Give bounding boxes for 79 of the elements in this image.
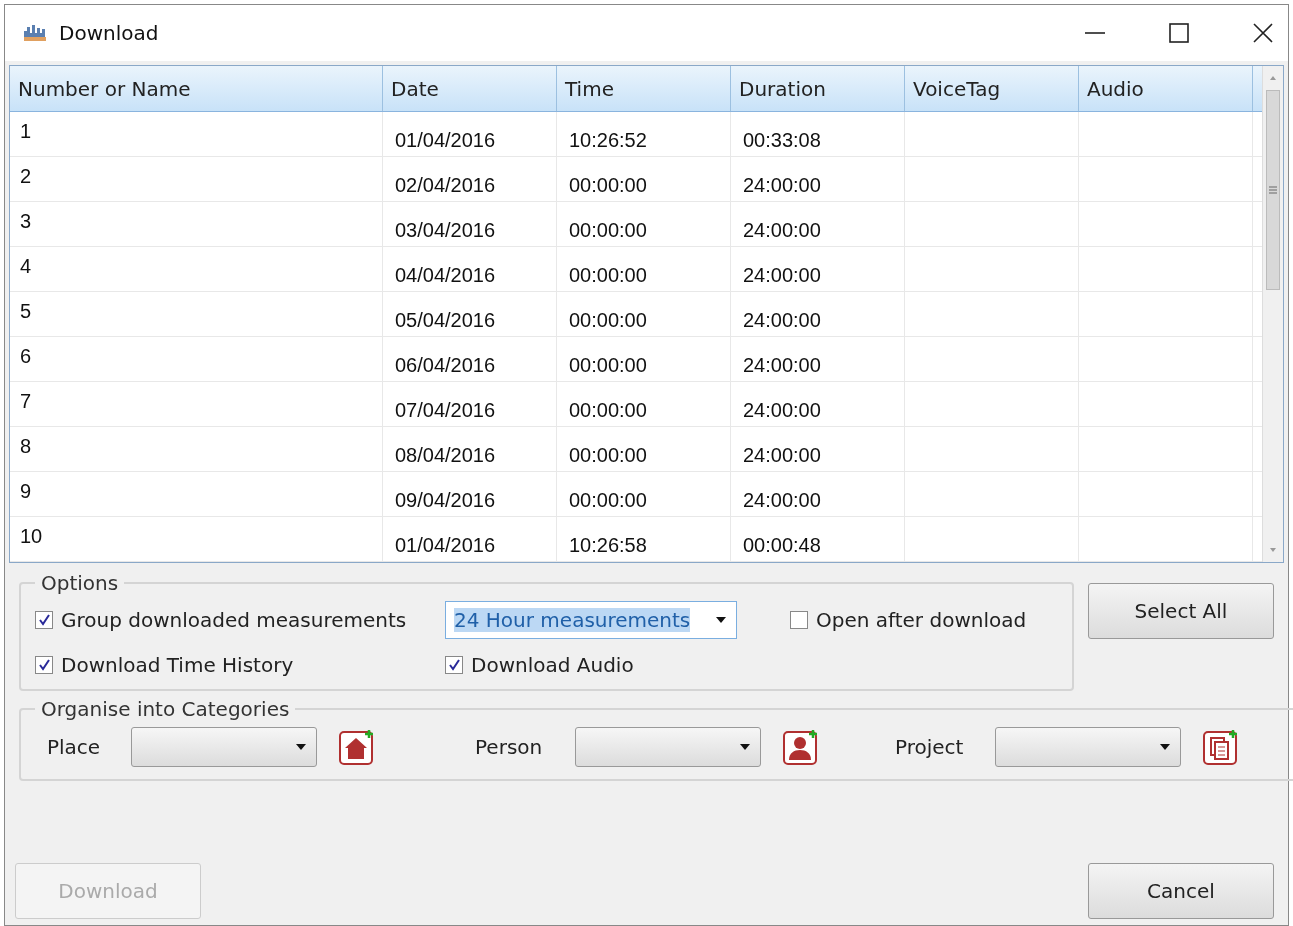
maximize-icon[interactable] <box>1168 22 1190 44</box>
checkbox-label: Download Audio <box>471 653 634 677</box>
table-cell: 00:00:00 <box>569 399 647 422</box>
table-cell: 02/04/2016 <box>395 174 496 197</box>
table-cell: 00:00:48 <box>743 534 821 557</box>
table-cell: 9 <box>20 480 32 503</box>
field-label: Place <box>46 735 102 759</box>
field-label: Project <box>894 735 965 759</box>
column-header[interactable]: Number or Name <box>10 66 383 111</box>
table-cell: 00:00:00 <box>569 309 647 332</box>
checkbox[interactable] <box>35 656 53 674</box>
add-house-icon[interactable] <box>339 729 375 765</box>
scrollbar[interactable] <box>1262 66 1283 562</box>
cancel-button[interactable]: Cancel <box>1088 863 1274 919</box>
group-title: Organise into Categories <box>40 697 291 721</box>
table-cell: 04/04/2016 <box>395 264 496 287</box>
field-label: Person <box>474 735 544 759</box>
table-cell: 8 <box>20 435 32 458</box>
table-cell: 09/04/2016 <box>395 489 496 512</box>
bar-graph-icon <box>23 23 47 43</box>
table-cell: 24:00:00 <box>743 219 821 242</box>
table-cell: 05/04/2016 <box>395 309 496 332</box>
column-header[interactable]: Date <box>383 66 557 111</box>
table-cell: 00:00:00 <box>569 264 647 287</box>
table-cell: 4 <box>20 255 32 278</box>
dropdown[interactable] <box>995 727 1181 767</box>
column-header[interactable]: Time <box>557 66 731 111</box>
table-cell: 6 <box>20 345 32 368</box>
table-cell: 01/04/2016 <box>395 534 496 557</box>
select-all-button[interactable]: Select All <box>1088 583 1274 639</box>
table-cell: 00:00:00 <box>569 219 647 242</box>
checkbox[interactable] <box>445 656 463 674</box>
table-cell: 00:00:00 <box>569 444 647 467</box>
dropdown[interactable] <box>131 727 317 767</box>
table-cell: 01/04/2016 <box>395 129 496 152</box>
table-cell: 07/04/2016 <box>395 399 496 422</box>
table-cell: 1 <box>20 120 32 143</box>
table-cell: 24:00:00 <box>743 354 821 377</box>
close-icon[interactable] <box>1252 22 1274 44</box>
table-cell: 03/04/2016 <box>395 219 496 242</box>
dropdown-arrow-icon <box>296 744 306 750</box>
table-cell: 10:26:52 <box>569 129 647 152</box>
grip-icon <box>1268 185 1278 195</box>
table-cell: 3 <box>20 210 32 233</box>
table-cell: 5 <box>20 300 32 323</box>
dropdown-arrow-icon <box>740 744 750 750</box>
group-title: Options <box>40 571 120 595</box>
table-cell: 24:00:00 <box>743 444 821 467</box>
add-person-icon[interactable] <box>783 729 819 765</box>
add-document-icon[interactable] <box>1203 729 1239 765</box>
table-cell: 00:00:00 <box>569 489 647 512</box>
table-cell: 06/04/2016 <box>395 354 496 377</box>
checkbox-label: Open after download <box>816 608 1027 632</box>
dropdown[interactable]: 24 Hour measurements <box>445 601 737 639</box>
table-cell: 24:00:00 <box>743 309 821 332</box>
table-cell: 24:00:00 <box>743 399 821 422</box>
column-header[interactable]: Duration <box>731 66 905 111</box>
checkbox[interactable] <box>35 611 53 629</box>
checkbox-label: Group downloaded measurements <box>61 608 407 632</box>
table-cell: 10:26:58 <box>569 534 647 557</box>
dropdown[interactable] <box>575 727 761 767</box>
checkbox-label: Download Time History <box>61 653 294 677</box>
table-cell: 00:00:00 <box>569 174 647 197</box>
table-cell: 2 <box>20 165 32 188</box>
table-cell: 24:00:00 <box>743 174 821 197</box>
table-cell: 24:00:00 <box>743 489 821 512</box>
scrollbar-thumb[interactable] <box>1266 90 1280 290</box>
table-cell: 7 <box>20 390 32 413</box>
table-cell: 08/04/2016 <box>395 444 496 467</box>
column-header[interactable]: VoiceTag <box>905 66 1079 111</box>
table-cell: 00:00:00 <box>569 354 647 377</box>
checkbox[interactable] <box>790 611 808 629</box>
table-cell: 24:00:00 <box>743 264 821 287</box>
window-title: Download <box>59 21 159 45</box>
dropdown-arrow-icon <box>1160 744 1170 750</box>
column-header[interactable]: Audio <box>1079 66 1253 111</box>
dropdown-arrow-icon <box>716 617 726 623</box>
table-cell: 10 <box>20 525 43 548</box>
table-cell: 00:33:08 <box>743 129 821 152</box>
